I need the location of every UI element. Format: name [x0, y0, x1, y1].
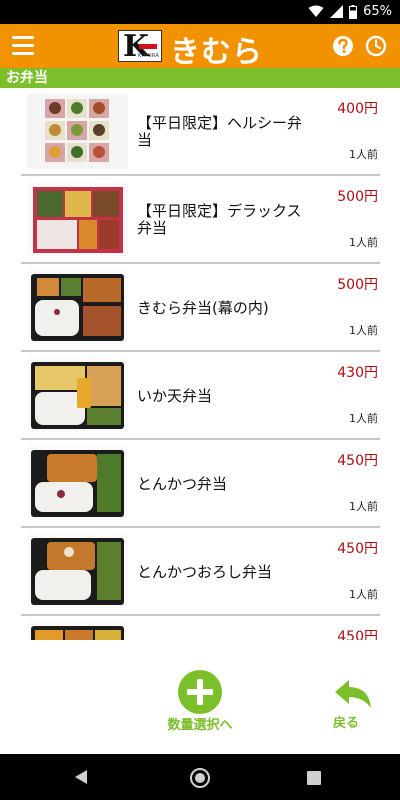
clock-icon[interactable]: [365, 35, 387, 57]
item-name: いか天弁当: [137, 386, 213, 405]
item-quantity: 1人前: [349, 588, 378, 601]
list-item[interactable]: 【平日限定】デラックス弁当 500円 1人前: [21, 176, 380, 264]
list-item[interactable]: いか天弁当 430円 1人前: [21, 352, 380, 440]
wifi-icon: [308, 5, 324, 17]
bento-thumbnail: [27, 94, 128, 169]
item-price: 430円: [337, 365, 378, 381]
logo-subtext: KIMURA: [138, 53, 160, 59]
item-price: 450円: [337, 541, 378, 557]
nav-recents-icon[interactable]: [307, 771, 321, 785]
item-price: 500円: [337, 277, 378, 293]
item-quantity: 1人前: [349, 500, 378, 513]
app-logo: K KIMURA: [118, 29, 162, 64]
item-name: [137, 616, 312, 640]
app-header: K KIMURA きむら: [0, 24, 400, 70]
nav-home-icon[interactable]: [189, 767, 211, 789]
list-item[interactable]: 【平日限定】ヘルシー弁当 400円 1人前: [21, 88, 380, 176]
item-quantity: 1人前: [349, 324, 378, 337]
item-name: とんかつおろし弁当: [137, 562, 273, 581]
cell-signal-icon: [330, 5, 344, 18]
quantity-select-label[interactable]: 数量選択へ: [150, 714, 250, 733]
product-list[interactable]: 【平日限定】ヘルシー弁当 400円 1人前 【平日限定】デラックス弁当 500円…: [0, 88, 400, 640]
battery-icon: [349, 4, 358, 19]
back-label[interactable]: 戻る: [333, 712, 383, 731]
item-price: 400円: [337, 101, 378, 117]
item-price: 500円: [337, 189, 378, 205]
add-quantity-button[interactable]: [178, 670, 222, 714]
bento-thumbnail: [27, 270, 128, 345]
bento-thumbnail: [27, 534, 128, 609]
item-price: 450円: [337, 453, 378, 469]
nav-back-icon[interactable]: [74, 769, 88, 785]
bento-thumbnail: [27, 358, 128, 433]
list-item[interactable]: とんかつおろし弁当 450円 1人前: [21, 528, 380, 616]
list-item[interactable]: とんかつ弁当 450円 1人前: [21, 440, 380, 528]
bottom-actions: 数量選択へ 戻る: [0, 640, 400, 754]
status-icons: 65%: [308, 4, 392, 19]
battery-percent: 65%: [363, 4, 392, 19]
list-item[interactable]: 450円: [21, 616, 380, 640]
item-quantity: 1人前: [349, 236, 378, 249]
list-item[interactable]: きむら弁当(幕の内) 500円 1人前: [21, 264, 380, 352]
item-name: 【平日限定】ヘルシー弁当: [137, 114, 303, 149]
category-header: お弁当: [0, 68, 400, 88]
system-nav-bar: [0, 754, 400, 800]
help-icon[interactable]: [332, 35, 354, 57]
logo-bar: [139, 44, 157, 49]
bento-thumbnail: [27, 446, 128, 521]
back-arrow-icon[interactable]: [333, 678, 373, 710]
menu-icon[interactable]: [12, 36, 34, 56]
app-title: きむら: [170, 35, 263, 70]
item-name: きむら弁当(幕の内): [137, 298, 269, 317]
item-name: 【平日限定】デラックス弁当: [137, 202, 302, 237]
item-price: 450円: [337, 629, 378, 640]
item-name: とんかつ弁当: [137, 474, 228, 493]
status-bar: 65%: [0, 0, 400, 24]
item-quantity: 1人前: [349, 412, 378, 425]
bento-thumbnail: [27, 182, 128, 257]
bento-thumbnail: [27, 622, 128, 640]
item-quantity: 1人前: [349, 148, 378, 161]
